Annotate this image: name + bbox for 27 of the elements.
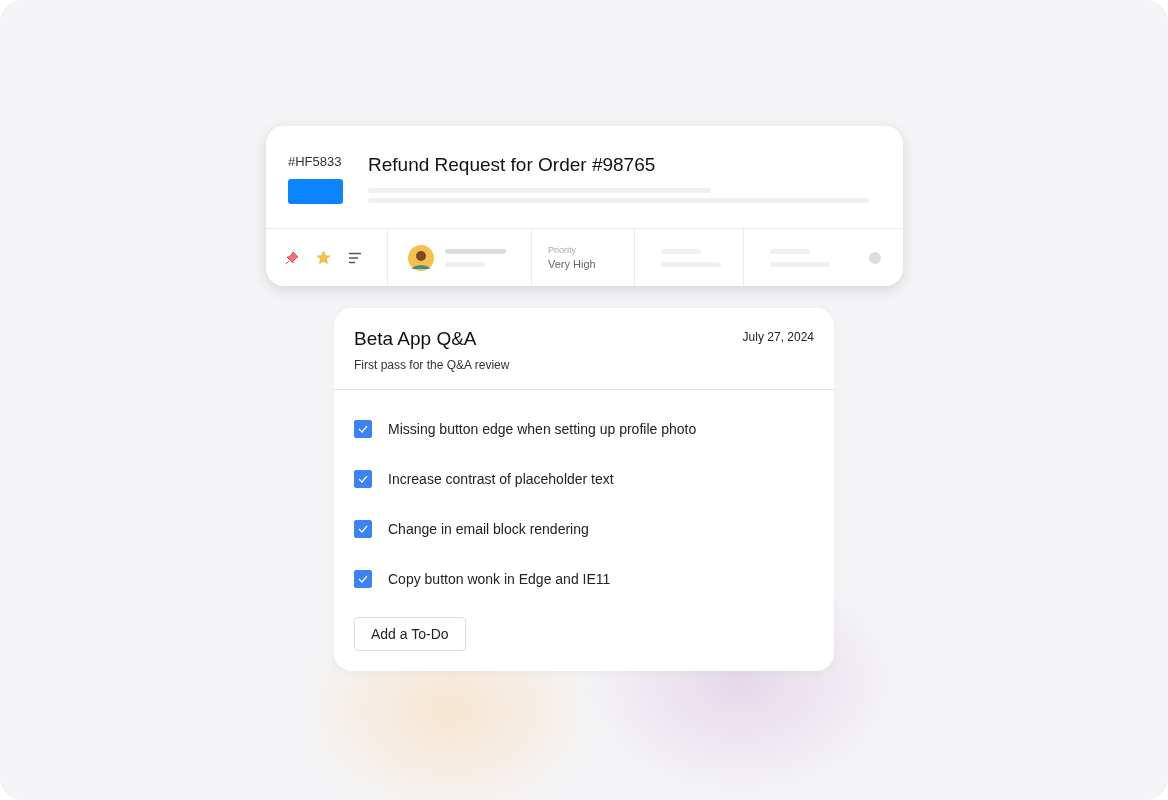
todo-date: July 27, 2024 (742, 330, 814, 346)
ticket-id: #HF5833 (288, 154, 343, 169)
status-tag (288, 179, 343, 204)
todo-item-label: Increase contrast of placeholder text (388, 471, 614, 487)
checkbox[interactable] (354, 520, 372, 538)
check-icon (358, 525, 368, 533)
check-icon (358, 575, 368, 583)
pin-icon[interactable] (285, 250, 299, 265)
todo-item-label: Copy button wonk in Edge and IE11 (388, 571, 611, 587)
checkbox[interactable] (354, 470, 372, 488)
add-todo-button[interactable]: Add a To-Do (354, 617, 466, 651)
list-icon[interactable] (348, 251, 362, 264)
todo-title: Beta App Q&A (354, 328, 478, 350)
avatar-icon (408, 244, 434, 271)
check-icon (358, 475, 368, 483)
skeleton-line (445, 248, 506, 254)
todo-item-label: Missing button edge when setting up profile photo (388, 421, 697, 437)
star-icon[interactable] (316, 250, 331, 265)
ticket-title: Refund Request for Order #98765 (368, 154, 657, 176)
priority-label: Priority (548, 245, 576, 255)
checkbox[interactable] (354, 420, 372, 438)
todo-item-label: Change in email block rendering (388, 521, 589, 537)
check-icon (358, 425, 368, 433)
checkbox[interactable] (354, 570, 372, 588)
priority-value: Very High (548, 258, 596, 270)
todo-subtitle: First pass for the Q&A review (354, 358, 510, 372)
status-dot (869, 251, 881, 264)
